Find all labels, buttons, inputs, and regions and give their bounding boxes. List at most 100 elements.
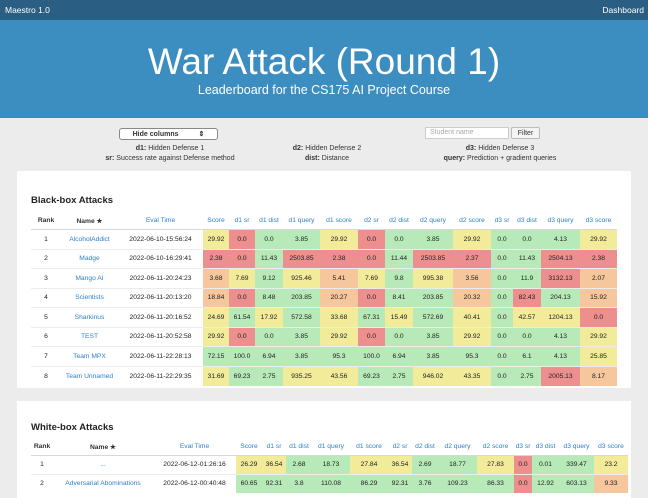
table-row: 1... 2022-06-12-01:26:16 26.29 36.54 2.68 18.… bbox=[31, 455, 628, 474]
score-cell: 4.13 bbox=[541, 326, 580, 347]
column-header[interactable]: d1 sr bbox=[262, 438, 286, 456]
score-cell: 2503.85 bbox=[413, 248, 453, 269]
score-cell: 36.54 bbox=[388, 455, 412, 474]
score-cell: 2.07 bbox=[580, 268, 617, 288]
score-cell: 0.0 bbox=[358, 248, 385, 269]
dashboard-link[interactable]: Dashboard bbox=[602, 5, 644, 15]
score-cell: 43.35 bbox=[453, 365, 491, 386]
blackbox-panel: Black-box Attacks Rank Name ★ Eval Time Sco… bbox=[17, 171, 631, 388]
team-name-link[interactable]: Madge bbox=[61, 248, 118, 269]
score-cell: 0.0 bbox=[229, 248, 255, 269]
column-header[interactable]: d3 sr bbox=[491, 212, 513, 230]
column-header[interactable]: d2 query bbox=[413, 212, 453, 230]
team-name-link[interactable]: Team Unnamed bbox=[61, 365, 118, 386]
score-cell: 339.47 bbox=[559, 455, 594, 474]
column-header[interactable]: d3 dist bbox=[532, 438, 559, 456]
score-cell: 0.0 bbox=[491, 326, 513, 347]
table-row: 7 Team MPX 2022-06-11-22:28:13 72.15 100.0 6.… bbox=[31, 346, 617, 366]
score-cell: 203.85 bbox=[283, 287, 320, 308]
score-cell: 3.76 bbox=[412, 473, 438, 493]
score-cell: 2.38 bbox=[320, 248, 358, 269]
rank-cell: 8 bbox=[31, 365, 61, 386]
score-cell: 27.84 bbox=[350, 455, 388, 474]
column-header[interactable]: Score bbox=[236, 438, 262, 456]
column-header[interactable]: d2 dist bbox=[385, 212, 413, 230]
score-cell: 18.77 bbox=[438, 455, 477, 474]
hide-columns-label: Hide columns bbox=[132, 130, 179, 138]
team-name-link[interactable]: ... bbox=[53, 455, 153, 474]
score-cell: 3.56 bbox=[453, 268, 491, 288]
column-header[interactable]: d2 dist bbox=[412, 438, 438, 456]
score-cell: 0.0 bbox=[580, 307, 617, 327]
score-cell: 72.15 bbox=[203, 346, 229, 366]
column-header[interactable]: d1 sr bbox=[229, 212, 255, 230]
column-header[interactable]: d3 dist bbox=[513, 212, 541, 230]
team-name-link[interactable]: AlcoholAddict bbox=[61, 229, 118, 249]
top-navbar: Maestro 1.0 Dashboard bbox=[0, 0, 648, 20]
legend-sr: sr: Success rate against Defense method bbox=[105, 155, 235, 162]
column-header[interactable]: d2 score bbox=[453, 212, 491, 230]
column-header[interactable]: Rank bbox=[31, 438, 53, 456]
team-name-link[interactable]: Scientists bbox=[61, 287, 118, 308]
score-cell: 29.92 bbox=[320, 229, 358, 249]
score-cell: 2.69 bbox=[412, 455, 438, 474]
legend-d1: d1: Hidden Defense 1 bbox=[135, 145, 205, 152]
score-cell: 0.0 bbox=[229, 287, 255, 308]
column-header[interactable]: d1 dist bbox=[255, 212, 283, 230]
hide-columns-select[interactable]: Hide columns ⇕ bbox=[119, 128, 218, 140]
table-row: 8 Team Unnamed 2022-06-11-22:29:35 31.69 69.… bbox=[31, 365, 617, 386]
column-header[interactable]: d1 score bbox=[350, 438, 388, 456]
score-cell: 60.65 bbox=[236, 473, 262, 493]
app-title[interactable]: Maestro 1.0 bbox=[5, 5, 50, 15]
score-cell: 92.31 bbox=[388, 473, 412, 493]
score-cell: 3.85 bbox=[283, 229, 320, 249]
table-row: 2 Adversarial Abominations 2022-06-12-00:4… bbox=[31, 473, 628, 493]
column-header[interactable]: d1 query bbox=[312, 438, 350, 456]
score-cell: 86.33 bbox=[477, 473, 514, 493]
column-header[interactable]: d3 sr bbox=[514, 438, 532, 456]
select-arrow-icon: ⇕ bbox=[198, 131, 205, 138]
column-header[interactable]: d2 sr bbox=[388, 438, 412, 456]
score-cell: 17.92 bbox=[255, 307, 283, 327]
score-cell: 29.92 bbox=[453, 326, 491, 347]
column-header[interactable]: Eval Time bbox=[118, 212, 203, 230]
column-header[interactable]: d1 score bbox=[320, 212, 358, 230]
score-cell: 2.38 bbox=[203, 248, 229, 269]
column-header[interactable]: d3 query bbox=[559, 438, 594, 456]
eval-time-cell: 2022-06-12-00:40:48 bbox=[153, 473, 236, 493]
filter-button[interactable]: Filter bbox=[511, 127, 540, 139]
team-name-link[interactable]: Mango AI bbox=[61, 268, 118, 288]
whitebox-rows: 1... 2022-06-12-01:26:16 26.29 36.54 2.68 18.… bbox=[31, 455, 628, 493]
rank-cell: 2 bbox=[31, 473, 53, 493]
score-cell: 9.8 bbox=[385, 268, 413, 288]
column-header[interactable]: d2 score bbox=[477, 438, 514, 456]
team-name-link[interactable]: TEST bbox=[61, 326, 118, 347]
column-header[interactable]: d2 query bbox=[438, 438, 477, 456]
column-header[interactable]: d3 score bbox=[580, 212, 617, 230]
column-header[interactable]: d2 sr bbox=[358, 212, 385, 230]
score-cell: 2005.13 bbox=[541, 365, 580, 386]
column-header[interactable]: Rank bbox=[31, 212, 61, 230]
score-cell: 61.54 bbox=[229, 307, 255, 327]
team-name-link[interactable]: Team MPX bbox=[61, 346, 118, 366]
column-header[interactable]: Eval Time bbox=[153, 438, 236, 456]
column-header[interactable]: d1 dist bbox=[286, 438, 312, 456]
score-cell: 23.2 bbox=[594, 455, 628, 474]
team-name-link[interactable]: Sharkinus bbox=[61, 307, 118, 327]
eval-time-cell: 2022-06-10-16:29:41 bbox=[118, 248, 203, 269]
column-header[interactable]: Name ★ bbox=[61, 212, 118, 230]
column-header[interactable]: d1 query bbox=[283, 212, 320, 230]
rank-cell: 4 bbox=[31, 287, 61, 308]
score-cell: 3.85 bbox=[283, 346, 320, 366]
table-row: 1 AlcoholAddict 2022-06-10-15:56:24 29.92 0.… bbox=[31, 229, 617, 249]
student-name-search-input[interactable]: Student name bbox=[425, 127, 509, 139]
column-header[interactable]: Name ★ bbox=[53, 438, 153, 456]
column-header[interactable]: Score bbox=[203, 212, 229, 230]
eval-time-cell: 2022-06-10-15:56:24 bbox=[118, 229, 203, 249]
column-header[interactable]: d3 score bbox=[594, 438, 628, 456]
score-cell: 572.69 bbox=[413, 307, 453, 327]
score-cell: 11.44 bbox=[385, 248, 413, 269]
team-name-link[interactable]: Adversarial Abominations bbox=[53, 473, 153, 493]
score-cell: 0.0 bbox=[229, 229, 255, 249]
column-header[interactable]: d3 query bbox=[541, 212, 580, 230]
